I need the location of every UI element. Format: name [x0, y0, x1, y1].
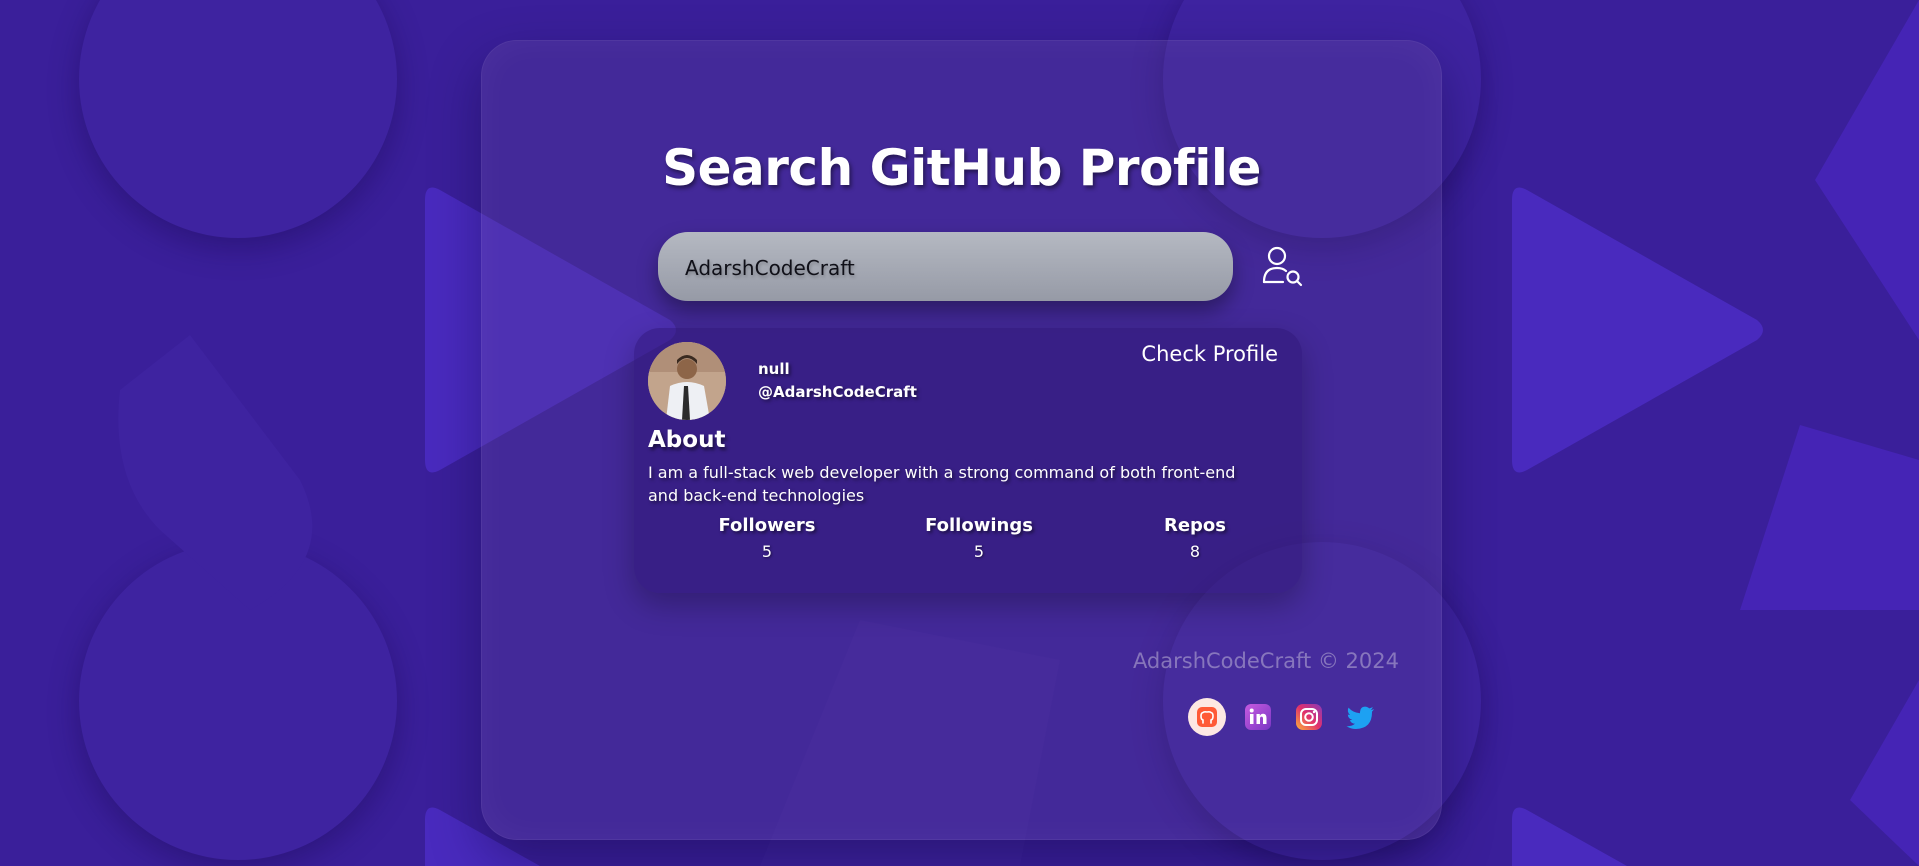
bg-diamond [1810, 0, 1919, 364]
bg-circle [79, 0, 397, 238]
search-field-container [658, 232, 1233, 303]
stat-value: 8 [1189, 542, 1201, 561]
bg-diamond [1810, 680, 1919, 866]
about-heading: About [648, 427, 726, 453]
bg-triangle [1507, 180, 1767, 480]
check-profile-link[interactable]: Check Profile [1141, 342, 1278, 366]
instagram-link[interactable] [1290, 698, 1328, 736]
search-button[interactable] [1261, 244, 1305, 288]
stat-repos: Repos 8 [1105, 515, 1285, 561]
stat-value: 5 [973, 542, 985, 561]
linkedin-icon [1245, 704, 1271, 730]
github-link[interactable] [1188, 698, 1226, 736]
bg-diamond [1740, 420, 1919, 624]
instagram-icon [1296, 704, 1322, 730]
profile-username: @AdarshCodeCraft [758, 383, 917, 401]
stat-label: Followings [925, 515, 1033, 536]
about-bio: I am a full-stack web developer with a s… [648, 463, 1236, 505]
page-title: Search GitHub Profile [662, 139, 1261, 197]
twitter-icon [1346, 706, 1374, 729]
bg-blob [100, 330, 400, 634]
search-input[interactable] [683, 232, 1207, 303]
bg-triangle [1507, 800, 1767, 866]
profile-card: null @AdarshCodeCraft Check Profile Abou… [634, 328, 1302, 593]
github-icon [1188, 698, 1226, 736]
search-card: Search GitHub Profile null @AdarshCodeCr… [481, 40, 1442, 840]
stat-value: 5 [761, 542, 773, 561]
footer-copyright: AdarshCodeCraft © 2024 [1132, 649, 1399, 673]
profile-name: null [758, 360, 790, 378]
stat-followings: Followings 5 [889, 515, 1069, 561]
avatar [648, 342, 726, 420]
twitter-link[interactable] [1341, 698, 1379, 736]
linkedin-link[interactable] [1239, 698, 1277, 736]
stat-label: Repos [1163, 515, 1227, 536]
user-search-icon [1262, 246, 1303, 287]
stat-label: Followers [718, 515, 816, 536]
stat-followers: Followers 5 [677, 515, 857, 561]
